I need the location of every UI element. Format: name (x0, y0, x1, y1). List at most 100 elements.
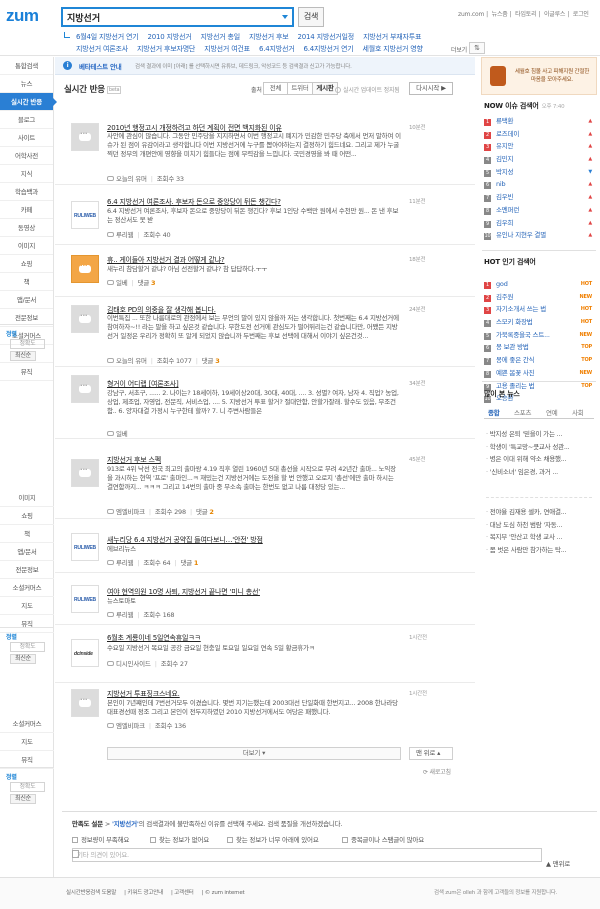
survey-option[interactable]: 찾는 정보가 없어요 (150, 834, 209, 844)
issue-item[interactable]: 4 김민지 ▲ (484, 153, 594, 166)
nav-cafe[interactable]: 카페 (0, 201, 53, 219)
post-thumbnail[interactable]: RULIWEB (71, 201, 99, 229)
hot-item[interactable]: 1 god HOT (484, 278, 594, 291)
nav-shopping[interactable]: 쇼핑 (0, 507, 54, 525)
sewol-banner[interactable]: 세월호 침몰 사고 피해지원 간절한 마음을 모아주세요. (481, 57, 597, 95)
survey-option[interactable]: 찾는 정보가 너무 아래에 있어요 (227, 834, 319, 844)
post-thumbnail[interactable]: dcinside (71, 639, 99, 667)
notice-badge[interactable]: 베타테스트 안내 (79, 61, 122, 71)
nav-knowledge[interactable]: 지식 (0, 165, 53, 183)
top-link-timestory[interactable]: 타임토리 (515, 11, 536, 18)
nav-map[interactable]: 지도 (0, 733, 54, 751)
post-source[interactable]: 디시인사이드 (116, 660, 151, 668)
related-item[interactable]: 2014 지방선거일정 (298, 33, 355, 41)
related-item[interactable]: 2010 지방선거 (148, 33, 192, 41)
more-results-button[interactable]: 더보기 ▾ (107, 747, 401, 760)
nav-book[interactable]: 책 (0, 273, 53, 291)
nav-blog[interactable]: 블로그 (0, 111, 53, 129)
nav-shopping[interactable]: 쇼핑 (0, 255, 53, 273)
post-source[interactable]: 루리웹 (116, 611, 134, 619)
nav-app[interactable]: 앱/문서 (0, 543, 54, 561)
hot-item[interactable]: 6몽 보관 방법 TOP (484, 341, 594, 354)
related-item[interactable]: 6.4지방선거 연기 (303, 45, 353, 53)
related-item[interactable]: 지방선거 여건표 (204, 45, 250, 53)
related-item[interactable]: 세월호 지방선거 영향 (363, 45, 423, 53)
related-item[interactable]: 지방선거 부재자투표 (363, 33, 421, 41)
related-item[interactable]: 지방선거 후보 (249, 33, 289, 41)
checkbox-icon[interactable] (72, 850, 79, 858)
survey-option[interactable]: 정보량이 부족해요 (72, 834, 129, 844)
top-link-zum[interactable]: zum.com (458, 11, 484, 18)
search-dropdown-icon[interactable] (282, 15, 288, 19)
scroll-top-link[interactable]: ▲ 맨위로 (546, 858, 570, 868)
post-title[interactable]: 6월초 계룡이네 5일연속휴일ㅋㅋ (107, 633, 201, 643)
nav-video[interactable]: 동영상 (0, 219, 53, 237)
hot-item[interactable]: 5 가북록중을국 스트... NEW (484, 329, 594, 342)
related-item[interactable]: 지방선거 후보자명단 (137, 45, 195, 53)
news-item[interactable]: 병은 이대 위해 약소 채용했... (486, 453, 594, 466)
zum-logo[interactable]: zum (6, 6, 39, 26)
post-source[interactable]: 엠엘비파크 (116, 722, 145, 730)
issue-item[interactable]: 2 로즈데이 ▲ (484, 128, 594, 141)
hot-item[interactable]: 7 몽에 좋은 간식 TOP (484, 354, 594, 367)
issue-item[interactable]: 9 김우희 ▲ (484, 217, 594, 230)
nav-expert[interactable]: 전문정보 (0, 561, 54, 579)
tab-entertainment[interactable]: 연예 (546, 407, 558, 417)
issue-item[interactable]: 5 박지성 ▼ (484, 166, 594, 179)
nav-image[interactable]: 이미지 (0, 489, 54, 507)
nav-dictionary[interactable]: 어학사전 (0, 147, 53, 165)
news-item[interactable]: 몸 벗은 사람만 참가하는 탁... (486, 544, 594, 557)
sort-accuracy[interactable]: 정확도 (10, 782, 45, 792)
sort-accuracy[interactable]: 정확도 (10, 642, 45, 652)
post-title[interactable]: 형거이 어디랩 [여론조사] (107, 379, 179, 389)
refresh-button[interactable]: ⟳ 새로고침 (423, 767, 451, 776)
post-title[interactable]: 지방선거 투표징크스네요. (107, 689, 180, 699)
tab-overall[interactable]: 종합 (488, 407, 500, 417)
survey-option[interactable]: 중복글이나 스팸글이 많아요 (342, 834, 424, 844)
post-title[interactable]: 6.4 지방선거 여론조사. 후보자 돈으로 중앙당이 뒤돈 챙긴다? (107, 197, 281, 207)
nav-map[interactable]: 지도 (0, 597, 54, 615)
hot-item[interactable]: 2 김주원 NEW (484, 291, 594, 304)
related-item[interactable]: 6.4지방선거 (259, 45, 295, 53)
top-link-news[interactable]: 뉴스줌 (492, 11, 508, 18)
survey-comment-input[interactable]: 기타 의견이 있어요. (72, 848, 542, 862)
post-thumbnail[interactable] (71, 255, 99, 283)
post-title[interactable]: 휴.. 게이들아 지방선거 결과 어떻게 같냐? (107, 255, 225, 265)
nav-news[interactable]: 뉴스 (0, 75, 53, 93)
post-source[interactable]: 오늘의 유머 (116, 175, 147, 183)
news-item[interactable]: 전야율 김재용 셀카, 연애결... (486, 506, 594, 519)
post-thumbnail[interactable] (71, 305, 99, 333)
search-input[interactable] (63, 9, 263, 25)
related-item[interactable]: 지방선거 총일 (201, 33, 241, 41)
post-source[interactable]: 일베 (116, 430, 128, 438)
hot-item[interactable]: 3 자기소개서 쓰는 법 HOT (484, 303, 594, 316)
post-thumbnail[interactable] (71, 123, 99, 151)
related-expand-icon[interactable]: ⇅ (469, 42, 485, 54)
post-title[interactable]: 지방선거 후보 스펙 (107, 455, 161, 465)
sort-accuracy[interactable]: 정확도 (10, 339, 45, 349)
news-item[interactable]: 복지부 '안산고 학생 교사 ... (486, 531, 594, 544)
post-source[interactable]: 일베 (116, 279, 128, 287)
news-item[interactable]: '신비소녀' 임은경, 과거 ... (486, 466, 594, 479)
nav-realtime[interactable]: 실시간 반응 (0, 93, 57, 111)
footer-cs[interactable]: 고객센터 (174, 890, 194, 896)
seg-all[interactable]: 전체 (263, 82, 288, 95)
post-source[interactable]: 오늘의 유머 (116, 357, 147, 365)
post-source[interactable]: 루리웹 (116, 559, 134, 567)
tab-sports[interactable]: 스포츠 (514, 407, 532, 417)
post-title[interactable]: 새누리당 6.4 지방선거 공약집 들여다보니…'안전' 방점 (107, 535, 263, 545)
sort-latest[interactable]: 최신순 (10, 351, 36, 361)
nav-site[interactable]: 사이트 (0, 129, 53, 147)
post-source[interactable]: 엠엘비파크 (116, 508, 145, 516)
top-link-login[interactable]: 로그인 (573, 11, 589, 18)
restart-button[interactable]: 다시시작 ▶ (409, 82, 453, 95)
post-source[interactable]: 루리웹 (116, 231, 134, 239)
back-to-top-button[interactable]: 맨 위로 ▴ (409, 747, 453, 760)
issue-item[interactable]: 8 소멘퍼런 ▲ (484, 204, 594, 217)
news-item[interactable]: 학생이 '특교망~쿳교사 성관... (486, 441, 594, 454)
post-thumbnail[interactable]: RULIWEB (71, 533, 99, 561)
footer-help[interactable]: 실시간반응검색 도움말 (66, 890, 116, 896)
nav-encyclopedia[interactable]: 학습백과 (0, 183, 53, 201)
post-thumbnail[interactable]: RULIWEB (71, 585, 99, 613)
nav-social[interactable]: 소셜커머스 (0, 579, 54, 597)
